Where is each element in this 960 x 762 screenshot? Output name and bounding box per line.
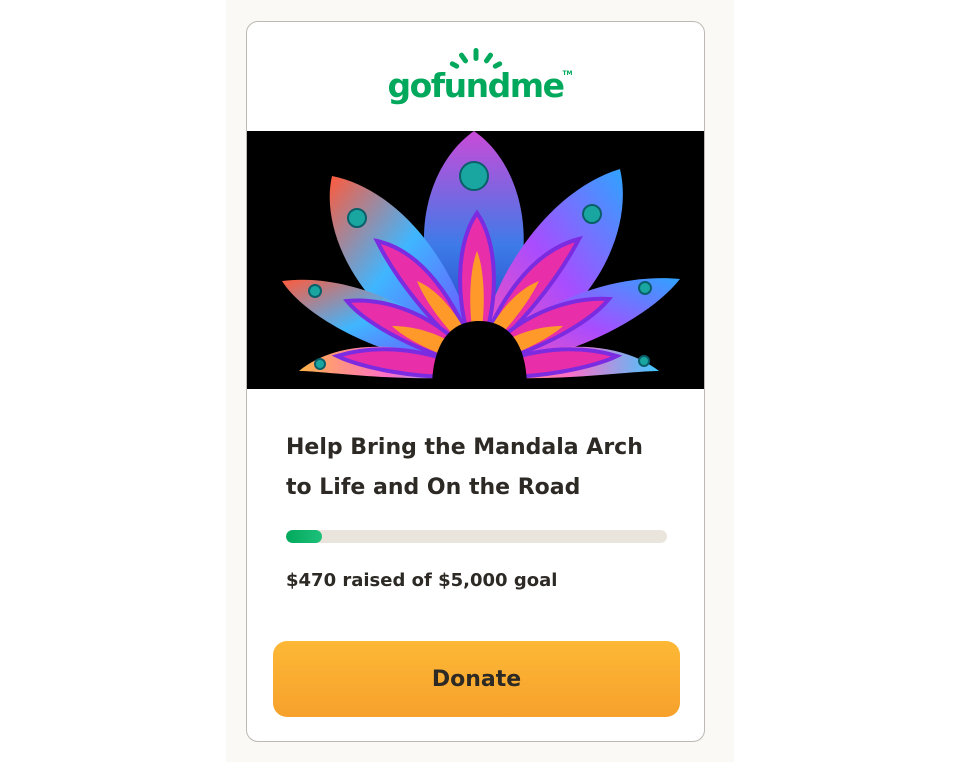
trademark-mark: TM [562, 70, 573, 77]
gofundme-logo[interactable]: gofundme TM [247, 48, 704, 128]
raised-amount-text: $470 raised of $5,000 goal [286, 570, 558, 591]
campaign-title[interactable]: Help Bring the Mandala Arch to Life and … [286, 428, 676, 508]
mandala-arch-image [282, 131, 680, 389]
progress-bar [286, 530, 667, 543]
logo-wordmark-text: gofundme [387, 66, 565, 105]
progress-fill [286, 530, 322, 543]
logo-wordmark: gofundme TM [387, 66, 572, 105]
fundraiser-card: gofundme TM Help Bring the Mandala Arch … [246, 21, 705, 742]
campaign-image[interactable] [247, 131, 704, 389]
donate-button[interactable]: Donate [273, 641, 680, 717]
